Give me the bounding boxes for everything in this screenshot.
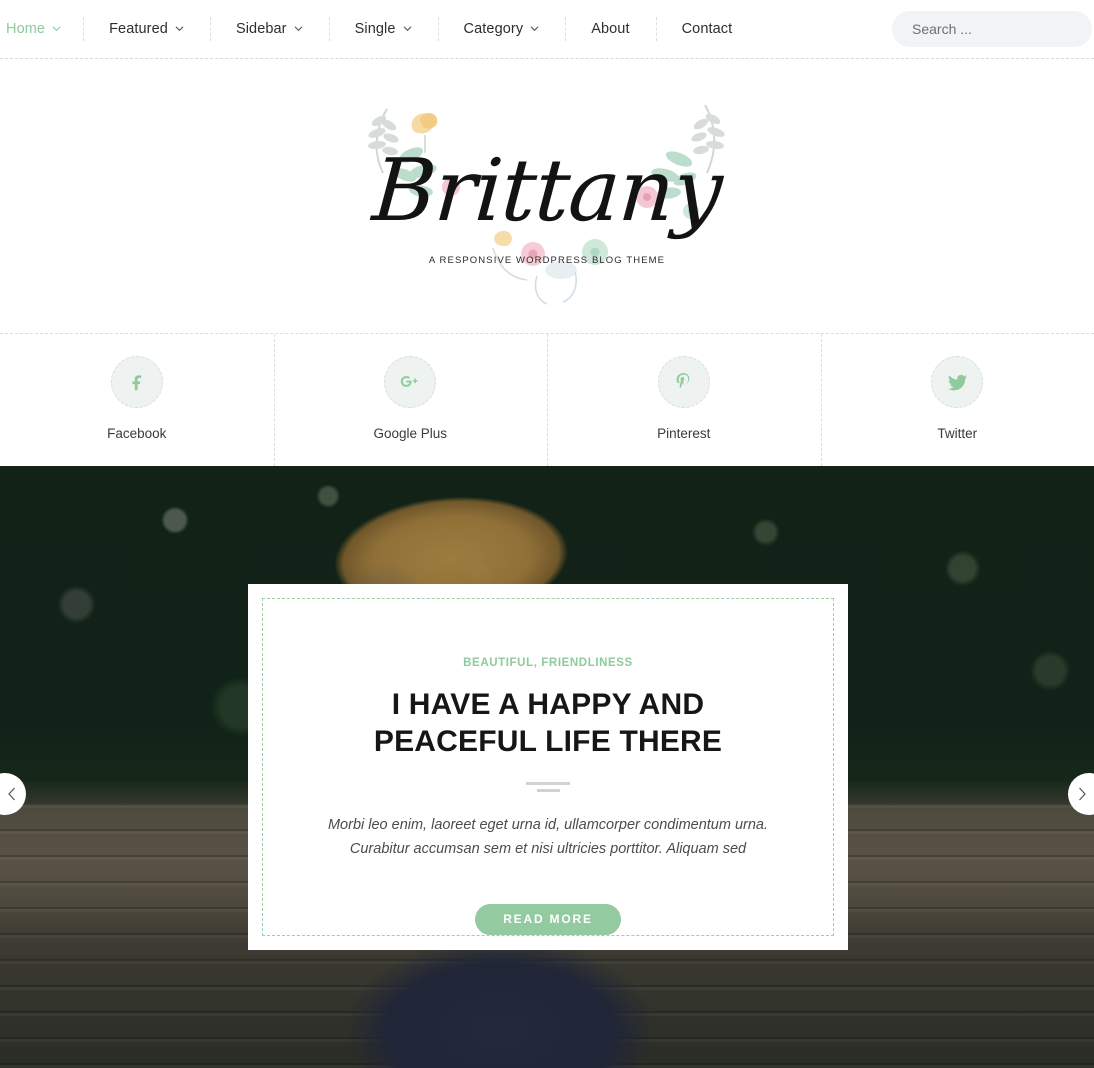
social-item-google-plus[interactable]: Google Plus — [273, 334, 548, 466]
social-item-label: Google Plus — [373, 426, 448, 441]
slide-caption-card: BEAUTIFUL, FRIENDLINESS I HAVE A HAPPY A… — [248, 584, 848, 950]
social-item-label: Twitter — [937, 426, 978, 441]
nav-item-category[interactable]: Category — [437, 0, 566, 58]
chevron-down-icon — [530, 24, 539, 33]
nav-item-label: Sidebar — [235, 21, 287, 37]
social-item-label: Facebook — [107, 426, 167, 441]
nav-item-label: Home — [6, 21, 46, 37]
title-divider — [526, 782, 570, 793]
nav-item-label: Featured — [109, 21, 168, 37]
slide-excerpt: Morbi leo enim, laoreet eget urna id, ul… — [327, 817, 769, 857]
site-title: Brittany — [369, 141, 725, 241]
social-links-bar: Facebook Google Plus Pinterest Twitter — [0, 334, 1094, 466]
nav-item-label: Contact — [681, 21, 733, 37]
read-more-button[interactable]: READ MORE — [475, 903, 621, 935]
nav-item-label: About — [591, 21, 630, 37]
nav-item-home[interactable]: Home — [0, 0, 83, 58]
social-item-twitter[interactable]: Twitter — [820, 334, 1094, 466]
nav-item-featured[interactable]: Featured — [83, 0, 210, 58]
chevron-down-icon — [294, 24, 303, 33]
site-logo[interactable]: Brittany A RESPONSIVE WORDPRESS BLOG THE… — [368, 99, 725, 305]
divider-line-bottom — [536, 789, 560, 793]
social-item-facebook[interactable]: Facebook — [0, 334, 274, 466]
top-navigation-bar: Home Featured Sidebar Single Category Ab… — [0, 0, 1094, 59]
social-item-pinterest[interactable]: Pinterest — [547, 334, 821, 466]
chevron-right-icon — [1077, 787, 1087, 801]
chevron-down-icon — [52, 24, 61, 33]
nav-item-contact[interactable]: Contact — [655, 0, 759, 58]
divider-line-top — [526, 782, 570, 786]
nav-item-sidebar[interactable]: Sidebar — [209, 0, 329, 58]
nav-item-single[interactable]: Single — [328, 0, 438, 58]
google-plus-icon — [384, 356, 437, 408]
social-item-label: Pinterest — [657, 426, 711, 441]
slide-caption-inner: BEAUTIFUL, FRIENDLINESS I HAVE A HAPPY A… — [262, 598, 834, 936]
site-masthead: Brittany A RESPONSIVE WORDPRESS BLOG THE… — [0, 59, 1094, 334]
slide-categories[interactable]: BEAUTIFUL, FRIENDLINESS — [463, 657, 633, 669]
floral-decoration-bottom-icon — [492, 230, 608, 305]
facebook-icon — [110, 356, 163, 408]
search-box[interactable] — [892, 11, 1094, 47]
nav-item-label: Single — [354, 21, 396, 37]
nav-item-about[interactable]: About — [565, 0, 655, 58]
pinterest-icon — [657, 356, 710, 408]
site-tagline: A RESPONSIVE WORDPRESS BLOG THEME — [428, 254, 666, 266]
chevron-down-icon — [403, 24, 412, 33]
nav-item-label: Category — [463, 21, 524, 37]
twitter-icon — [931, 356, 984, 408]
chevron-left-icon — [7, 787, 17, 801]
search-input[interactable] — [910, 20, 1094, 38]
chevron-down-icon — [175, 24, 184, 33]
hero-slider: BEAUTIFUL, FRIENDLINESS I HAVE A HAPPY A… — [0, 466, 1094, 1068]
slide-title[interactable]: I HAVE A HAPPY AND PEACEFUL LIFE THERE — [313, 687, 783, 760]
